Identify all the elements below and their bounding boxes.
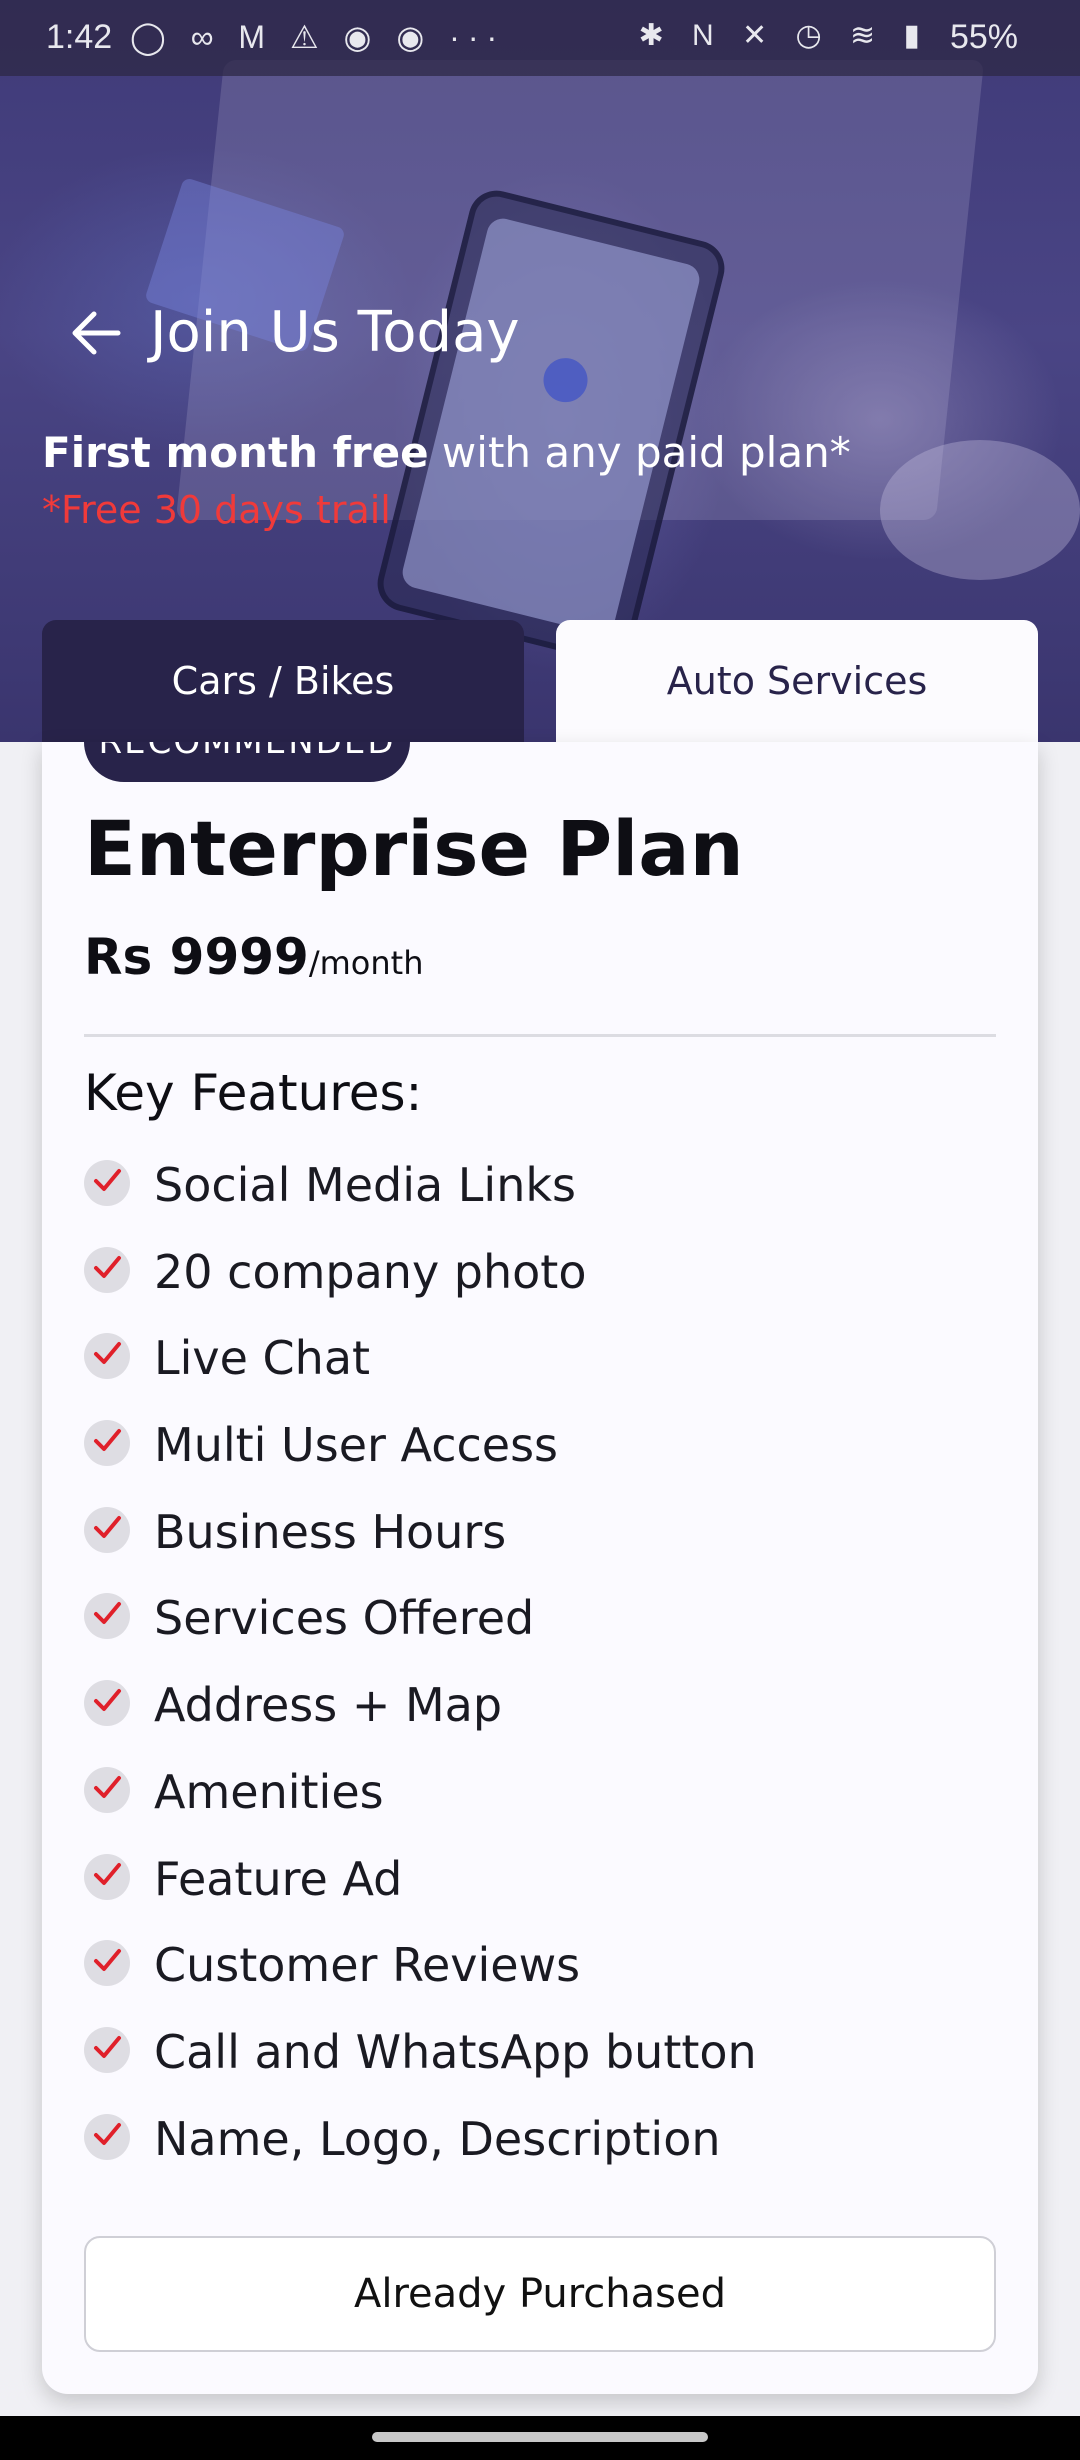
feature-label: Amenities [154,1764,384,1819]
list-item: Feature Ad [84,1851,757,1941]
divider [84,1034,996,1037]
promo-highlight: First month free [42,428,429,477]
tab-cars-bikes[interactable]: Cars / Bikes [42,620,524,742]
notification-icons: ◯ ∞ M ⚠ ◉ ◉ ··· [130,19,506,55]
feature-label: 20 company photo [154,1244,587,1299]
list-item: 20 company photo [84,1244,757,1334]
system-nav-bar [0,2416,1080,2460]
trial-note: *Free 30 days trail [42,488,391,532]
check-icon [84,1506,130,1553]
price-period: /month [308,944,424,982]
feature-label: Multi User Access [154,1418,559,1473]
feature-label: Live Chat [154,1331,371,1386]
feature-label: Address + Map [154,1678,503,1733]
promo-rest: with any paid plan* [428,428,851,477]
check-icon [84,1593,130,1640]
plan-price: Rs 9999/month [84,928,423,986]
check-icon [84,1420,130,1467]
feature-label: Services Offered [154,1591,535,1646]
banner-cup-image [880,440,1080,580]
feature-label: Social Media Links [154,1158,576,1212]
promo-text: First month free with any paid plan* [42,428,851,477]
check-icon [84,1940,130,1987]
check-icon [84,1766,130,1813]
price-amount: Rs 9999 [84,928,309,986]
feature-label: Name, Logo, Description [154,2111,721,2166]
check-icon [84,1333,130,1380]
list-item: Customer Reviews [84,1940,757,2027]
feature-label: Customer Reviews [154,1938,581,1993]
recommended-badge: RECOMMENDED [84,742,410,782]
features-title: Key Features: [84,1064,423,1122]
feature-label: Business Hours [154,1504,507,1559]
arrow-left-icon[interactable] [68,308,124,358]
features-list: Social Media Links 20 company photo Live… [84,1160,757,2200]
list-item: Services Offered [84,1593,757,1680]
status-bar: 1:42 ◯ ∞ M ⚠ ◉ ◉ ··· ✱ N ✕ ◷ ≋ ▮ 55% [0,0,1080,76]
check-icon [84,1160,130,1206]
list-item: Business Hours [84,1504,757,1594]
list-item: Live Chat [84,1333,757,1420]
plan-name: Enterprise Plan [84,804,744,893]
list-item: Address + Map [84,1680,757,1767]
feature-label: Call and WhatsApp button [154,2024,757,2079]
list-item: Name, Logo, Description [84,2111,757,2201]
tab-auto-services[interactable]: Auto Services [556,620,1038,742]
list-item: Multi User Access [84,1420,757,1507]
feature-label: Feature Ad [154,1851,403,1906]
check-icon [84,1246,130,1293]
check-icon [84,1853,130,1900]
battery-level: 55% [949,18,1018,56]
system-icons: ✱ N ✕ ◷ ≋ ▮ [638,19,930,52]
list-item: Social Media Links [84,1160,757,1247]
list-item: Amenities [84,1764,757,1854]
check-icon [84,2026,130,2073]
status-time: 1:42 [46,18,113,56]
check-icon [84,1680,130,1727]
already-purchased-button[interactable]: Already Purchased [84,2236,996,2352]
page-title: Join Us Today [150,300,520,365]
home-gesture-handle[interactable] [372,2432,708,2442]
list-item: Call and WhatsApp button [84,2024,757,2114]
plan-card: RECOMMENDED Enterprise Plan Rs 9999/mont… [42,742,1038,2394]
check-icon [84,2113,130,2160]
